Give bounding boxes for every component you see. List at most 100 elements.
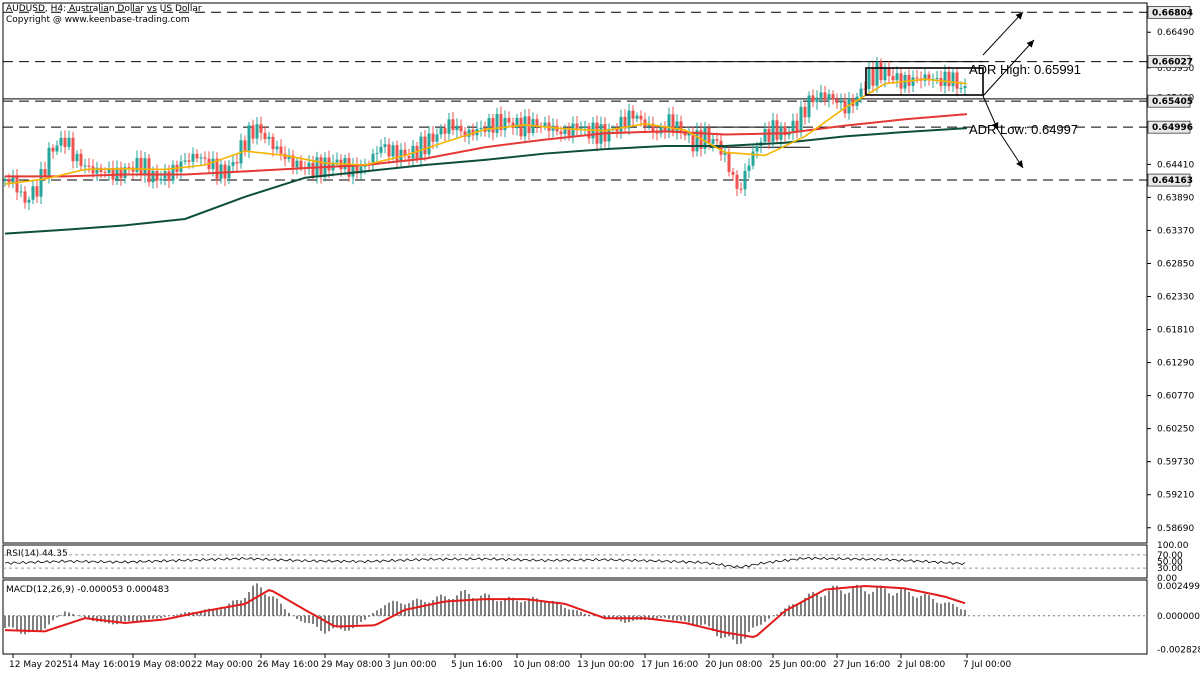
chart-symbol-title: AUDUSD, H4: Australian Dollar vs US Doll… [6,4,202,14]
candle-body [743,170,747,190]
candle-body [675,121,679,133]
level-tag-label-3: 0.64996 [1152,123,1193,133]
x-tick-label-4: 26 May 16:00 [257,660,319,670]
y-tick-label-9: 0.61290 [1157,359,1194,369]
candle-body [335,159,339,163]
x-tick-label-9: 13 Jun 00:00 [577,660,634,670]
candle-body [267,136,271,140]
candle-body [143,158,147,176]
candle-body [419,136,423,160]
y-tick-label-11: 0.60250 [1157,425,1194,435]
candle-body [791,120,795,133]
candle-body [823,92,827,100]
candle-body [311,162,315,177]
y-tick-label-14: 0.58690 [1157,524,1194,534]
candle-body [899,73,903,89]
candle-body [915,77,919,79]
x-tick-label-10: 17 Jun 16:00 [641,660,698,670]
adr-high-annotation: ADR High: 0.65991 [969,62,1081,77]
x-tick-label-2: 19 May 08:00 [129,660,191,670]
candle-body [707,127,711,144]
candle-body [451,119,455,131]
y-tick-label-7: 0.62330 [1157,293,1194,303]
candle-body [415,145,419,160]
candle-body [447,119,451,134]
candle-body [379,146,383,153]
y-tick-label-6: 0.62850 [1157,259,1194,269]
candle-body [639,115,643,120]
candle-body [55,145,59,152]
x-tick-label-3: 22 May 00:00 [191,660,253,670]
candle-body [751,151,755,166]
candle-body [535,119,539,126]
candle-body [799,106,803,133]
rsi-title: RSI(14) 44.35 [6,549,68,559]
candle-body [559,131,563,135]
candle-body [491,118,495,133]
candle-body [819,92,823,98]
candle-body [755,146,759,152]
candle-body [199,157,203,159]
y-tick-label-5: 0.63370 [1157,226,1194,236]
x-tick-label-13: 27 Jun 16:00 [833,660,890,670]
candle-body [87,165,91,167]
x-tick-label-5: 29 May 08:00 [321,660,383,670]
candle-body [827,94,831,100]
x-tick-label-0: 12 May 2025 [9,660,68,670]
candle-body [51,147,55,152]
candle-body [187,160,191,162]
arrow-to-0-66804 [982,11,1024,56]
candle-body [407,156,411,159]
candle-body [443,128,447,134]
candle-body [299,160,303,168]
candle-body [31,186,35,200]
candle-body [435,134,439,142]
candle-body [719,140,723,155]
y-tick-label-13: 0.59210 [1157,491,1194,501]
candle-body [399,149,403,161]
candle-body [439,128,443,135]
candle-body [139,157,143,176]
x-tick-label-1: 14 May 16:00 [67,660,129,670]
candle-body [263,132,267,140]
rsi-line [4,556,966,569]
candle-body [47,147,51,177]
candle-body [479,127,483,130]
candle-body [747,165,751,171]
candle-body [731,171,735,175]
level-tag-label-2: 0.65405 [1152,97,1193,107]
chart-copyright: Copyright @ www.keenbase-trading.com [6,15,190,25]
candle-body [195,153,199,159]
candle-body [235,162,239,164]
candle-body [191,153,195,162]
candle-body [75,153,79,162]
candle-body [211,158,215,170]
candle-body [427,133,431,155]
candle-body [35,186,39,197]
candle-body [667,114,671,132]
candle-body [939,77,943,86]
adr-low-annotation: ADR Low: 0.64997 [969,122,1078,137]
candle-body [63,137,67,147]
candle-body [831,94,835,100]
x-tick-label-6: 3 Jun 00:00 [385,660,437,670]
x-tick-label-12: 25 Jun 00:00 [769,660,826,670]
candle-body [27,199,31,203]
candle-body [887,68,891,76]
candle-body [883,68,887,81]
candle-body [911,77,915,86]
candle-body [279,146,283,154]
x-tick-label-11: 20 Jun 08:00 [705,660,762,670]
candle-body [467,129,471,137]
candle-body [159,178,163,181]
candle-body [963,86,967,89]
candle-body [59,137,63,146]
candle-body [763,128,767,142]
candle-body [859,88,863,97]
candle-body [3,178,7,180]
macd-tick-1: 0.000000 [1157,612,1200,622]
candle-body [671,114,675,133]
candle-body [275,146,279,150]
rsi-pane-frame [2,544,1148,579]
candle-body [7,178,11,183]
